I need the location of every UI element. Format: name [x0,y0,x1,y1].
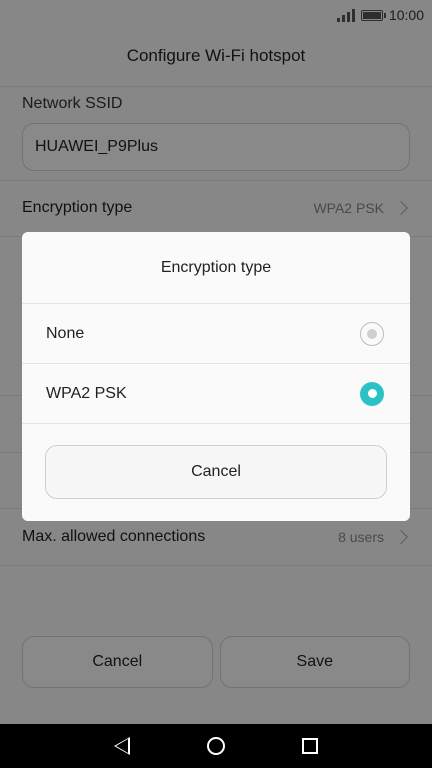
navigation-bar [0,724,432,768]
home-icon[interactable] [206,737,225,755]
option-none[interactable]: None [22,304,410,364]
option-label: WPA2 PSK [46,384,127,402]
encryption-type-dialog: Encryption type None WPA2 PSK Cancel [22,232,410,521]
option-label: None [46,324,85,342]
back-icon[interactable] [114,737,131,755]
option-wpa2-psk[interactable]: WPA2 PSK [22,364,410,424]
dialog-actions: Cancel [22,424,410,499]
settings-screen: 10:00 Configure Wi-Fi hotspot Network SS… [0,0,432,724]
radio-selected-icon[interactable] [360,381,384,406]
radio-unselected-icon[interactable] [360,321,384,346]
dialog-cancel-button[interactable]: Cancel [45,445,387,499]
dialog-title: Encryption type [22,232,410,304]
recent-apps-icon[interactable] [301,738,318,754]
